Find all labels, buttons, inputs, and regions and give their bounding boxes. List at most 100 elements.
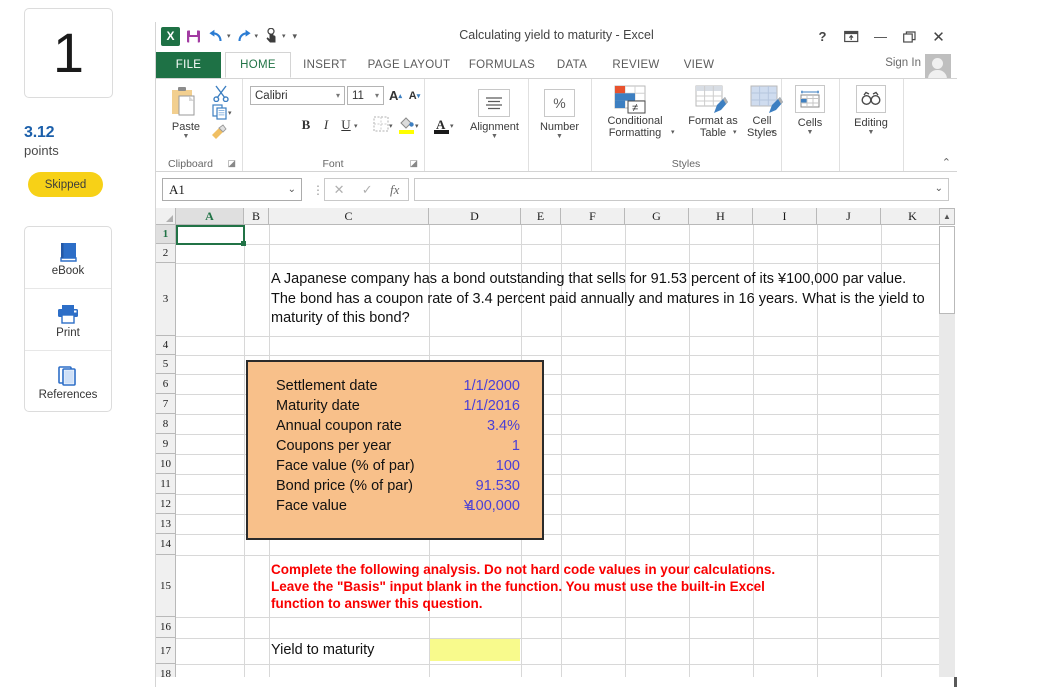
conditional-formatting-button[interactable]: Conditional Formatting xyxy=(593,115,677,139)
conditional-formatting-dropdown-icon[interactable]: ▾ xyxy=(671,128,675,136)
alignment-icon[interactable] xyxy=(478,89,510,117)
selected-cell-a1[interactable] xyxy=(176,225,245,245)
column-header-H[interactable]: H xyxy=(689,208,753,225)
tab-view[interactable]: VIEW xyxy=(675,52,723,78)
paste-icon[interactable] xyxy=(168,85,200,119)
font-size-dropdown-icon[interactable]: ▾ xyxy=(375,91,379,100)
format-as-table-icon[interactable] xyxy=(695,85,729,115)
restore-button[interactable] xyxy=(895,26,924,47)
row-header-14[interactable]: 14 xyxy=(156,534,176,555)
editing-button[interactable]: Editing ▼ xyxy=(839,117,903,136)
increase-font-size-icon[interactable]: A ▴ xyxy=(387,86,404,105)
editing-icon[interactable] xyxy=(856,85,886,113)
scroll-up-button[interactable]: ▲ xyxy=(939,208,955,225)
row-header-4[interactable]: 4 xyxy=(156,336,176,355)
copy-dropdown-icon[interactable]: ▾ xyxy=(228,109,232,117)
cell-styles-dropdown-icon[interactable]: ▾ xyxy=(771,128,775,136)
formula-bar-expand-icon[interactable]: ⌄ xyxy=(935,183,943,194)
font-color-dropdown-icon[interactable]: ▾ xyxy=(450,122,454,130)
tab-home[interactable]: HOME xyxy=(225,52,291,78)
ebook-button[interactable]: eBook xyxy=(25,227,111,289)
underline-dropdown-icon[interactable]: ▾ xyxy=(354,122,358,130)
row-header-8[interactable]: 8 xyxy=(156,414,176,434)
row-header-11[interactable]: 11 xyxy=(156,474,176,494)
font-name-dropdown-icon[interactable]: ▾ xyxy=(336,91,340,100)
column-header-B[interactable]: B xyxy=(244,208,269,225)
column-header-F[interactable]: F xyxy=(561,208,625,225)
column-header-E[interactable]: E xyxy=(521,208,561,225)
format-as-table-dropdown-icon[interactable]: ▾ xyxy=(733,128,737,136)
cell-styles-icon[interactable] xyxy=(750,85,784,115)
number-button[interactable]: Number ▼ xyxy=(528,121,591,140)
copy-icon[interactable] xyxy=(212,104,229,120)
cell-styles-button[interactable]: Cell Styles xyxy=(743,115,781,139)
sign-in-link[interactable]: Sign In xyxy=(885,57,921,69)
paste-button[interactable]: Paste ▼ xyxy=(162,121,210,140)
fill-color-button[interactable] xyxy=(398,116,415,140)
name-box-dropdown-icon[interactable]: ⌄ xyxy=(288,184,296,195)
tab-review[interactable]: REVIEW xyxy=(603,52,669,78)
tab-page-layout[interactable]: PAGE LAYOUT xyxy=(361,52,457,78)
answer-cell-highlight[interactable] xyxy=(430,639,520,661)
font-size-input[interactable]: 11 ▾ xyxy=(347,86,384,105)
fill-handle[interactable] xyxy=(241,241,246,246)
font-dialog-launcher[interactable]: ◪ xyxy=(409,158,418,169)
column-header-G[interactable]: G xyxy=(625,208,689,225)
borders-dropdown-icon[interactable]: ▾ xyxy=(389,122,393,130)
conditional-formatting-icon[interactable]: ≠ xyxy=(614,85,650,115)
cells-icon[interactable] xyxy=(795,85,825,113)
scrollbar-track[interactable] xyxy=(939,226,955,677)
fill-color-dropdown-icon[interactable]: ▾ xyxy=(415,122,419,130)
column-header-A[interactable]: A xyxy=(176,208,244,225)
close-button[interactable]: ✕ xyxy=(924,26,953,47)
borders-icon[interactable] xyxy=(373,116,389,132)
row-header-1[interactable]: 1 xyxy=(156,225,176,244)
column-header-D[interactable]: D xyxy=(429,208,521,225)
row-header-3[interactable]: 3 xyxy=(156,263,176,336)
select-all-corner[interactable] xyxy=(156,208,176,225)
minimize-button[interactable]: — xyxy=(866,26,895,47)
column-header-J[interactable]: J xyxy=(817,208,881,225)
cells-button[interactable]: Cells ▼ xyxy=(781,117,839,136)
font-name-input[interactable]: Calibri ▾ xyxy=(250,86,345,105)
row-header-5[interactable]: 5 xyxy=(156,355,176,374)
vertical-scrollbar[interactable]: ▲ xyxy=(939,208,955,677)
row-header-16[interactable]: 16 xyxy=(156,617,176,638)
column-header-C[interactable]: C xyxy=(269,208,429,225)
bold-button[interactable]: B xyxy=(297,115,315,135)
cut-icon[interactable] xyxy=(212,84,230,102)
references-button[interactable]: References xyxy=(25,351,111,411)
name-box[interactable]: A1 ⌄ xyxy=(162,178,302,201)
row-header-13[interactable]: 13 xyxy=(156,514,176,534)
cancel-formula-icon[interactable]: ✕ xyxy=(334,182,345,198)
tab-file[interactable]: FILE xyxy=(156,52,221,78)
enter-formula-icon[interactable]: ✓ xyxy=(362,182,373,198)
tab-data[interactable]: DATA xyxy=(547,52,597,78)
row-header-17[interactable]: 17 xyxy=(156,638,176,664)
number-format-icon[interactable]: % xyxy=(544,89,575,117)
alignment-button[interactable]: Alignment ▼ xyxy=(461,121,528,140)
insert-function-icon[interactable]: fx xyxy=(390,182,399,198)
ribbon-display-options-button[interactable] xyxy=(837,26,866,47)
tab-formulas[interactable]: FORMULAS xyxy=(463,52,541,78)
clipboard-dialog-launcher[interactable]: ◪ xyxy=(227,158,236,169)
row-header-6[interactable]: 6 xyxy=(156,374,176,394)
collapse-ribbon-button[interactable]: ⌃ xyxy=(942,156,951,169)
row-header-2[interactable]: 2 xyxy=(156,244,176,263)
row-header-9[interactable]: 9 xyxy=(156,434,176,454)
row-header-18[interactable]: 18 xyxy=(156,664,176,677)
row-header-7[interactable]: 7 xyxy=(156,394,176,414)
decrease-font-size-icon[interactable]: A ▾ xyxy=(406,86,423,105)
row-header-12[interactable]: 12 xyxy=(156,494,176,514)
row-header-15[interactable]: 15 xyxy=(156,555,176,617)
scrollbar-thumb[interactable] xyxy=(939,226,955,314)
row-header-10[interactable]: 10 xyxy=(156,454,176,474)
print-button[interactable]: Print xyxy=(25,289,111,351)
help-button[interactable]: ? xyxy=(808,26,837,47)
column-header-K[interactable]: K xyxy=(881,208,945,225)
italic-button[interactable]: I xyxy=(317,115,335,135)
avatar[interactable] xyxy=(925,54,951,81)
font-color-button[interactable]: A xyxy=(433,116,450,140)
format-painter-icon[interactable] xyxy=(210,123,230,141)
formula-input[interactable]: ⌄ xyxy=(414,178,949,201)
